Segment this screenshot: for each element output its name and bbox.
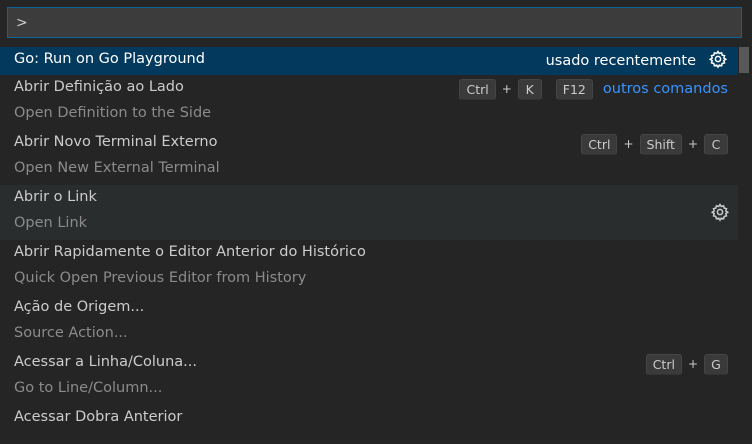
- item-actions: usado recentemente: [546, 50, 728, 72]
- key-cap: K: [517, 78, 542, 100]
- key-cap: Ctrl: [459, 78, 496, 100]
- command-label: Abrir Novo Terminal Externo: [14, 134, 218, 150]
- configure-keybinding-gear-icon[interactable]: [708, 49, 728, 73]
- command-detail: Source Action...: [14, 325, 128, 341]
- command-palette: Go: Run on Go Playground usado recenteme…: [0, 0, 752, 444]
- command-label: Acessar Dobra Anterior: [14, 409, 183, 425]
- command-item-open-link[interactable]: Abrir o Link Open Link: [0, 185, 738, 240]
- command-input-box[interactable]: [7, 7, 742, 38]
- list-scrollbar[interactable]: [739, 47, 749, 73]
- command-label: Abrir Rapidamente o Editor Anterior do H…: [14, 244, 366, 260]
- key-plus: +: [687, 137, 698, 151]
- key-plus: +: [623, 137, 634, 151]
- command-detail: Quick Open Previous Editor from History: [14, 270, 307, 286]
- command-item-open-definition-side[interactable]: Abrir Definição ao Lado Open Definition …: [0, 75, 738, 130]
- command-label: Abrir o Link: [14, 189, 97, 205]
- command-label: Abrir Definição ao Lado: [14, 79, 184, 95]
- command-detail: Open New External Terminal: [14, 160, 220, 176]
- command-detail: Open Link: [14, 215, 88, 231]
- command-item-go-run-playground[interactable]: Go: Run on Go Playground usado recenteme…: [0, 47, 738, 75]
- recently-used-label: usado recentemente: [545, 53, 696, 69]
- key-cap: F12: [555, 78, 593, 100]
- key-plus: +: [687, 357, 698, 371]
- key-cap: C: [704, 133, 728, 155]
- command-item-quick-open-previous-editor[interactable]: Abrir Rapidamente o Editor Anterior do H…: [0, 240, 738, 295]
- key-cap: Ctrl: [645, 353, 682, 375]
- key-cap: Shift: [639, 133, 682, 155]
- keybinding: Ctrl + Shift + C: [581, 133, 728, 155]
- command-label: Ação de Origem...: [14, 299, 145, 315]
- key-cap: Ctrl: [581, 133, 618, 155]
- command-input[interactable]: [8, 8, 741, 37]
- command-item-go-to-line[interactable]: Acessar a Linha/Coluna... Go to Line/Col…: [0, 350, 738, 405]
- command-label: Go: Run on Go Playground: [14, 51, 205, 67]
- keybinding: Ctrl + G: [645, 353, 728, 375]
- command-item-source-action[interactable]: Ação de Origem... Source Action...: [0, 295, 738, 350]
- other-commands-label: outros comandos: [602, 81, 728, 97]
- command-item-open-external-terminal[interactable]: Abrir Novo Terminal Externo Open New Ext…: [0, 130, 738, 185]
- key-plus: +: [501, 82, 512, 96]
- command-item-previous-fold[interactable]: Acessar Dobra Anterior: [0, 405, 738, 433]
- key-cap: G: [704, 353, 728, 375]
- keybinding: Ctrl + K F12 outros comandos: [459, 78, 728, 100]
- command-detail: Go to Line/Column...: [14, 380, 163, 396]
- configure-keybinding-gear-icon[interactable]: [710, 202, 730, 226]
- command-list: Go: Run on Go Playground usado recenteme…: [0, 47, 738, 433]
- command-label: Acessar a Linha/Coluna...: [14, 354, 197, 370]
- command-detail: Open Definition to the Side: [14, 105, 212, 121]
